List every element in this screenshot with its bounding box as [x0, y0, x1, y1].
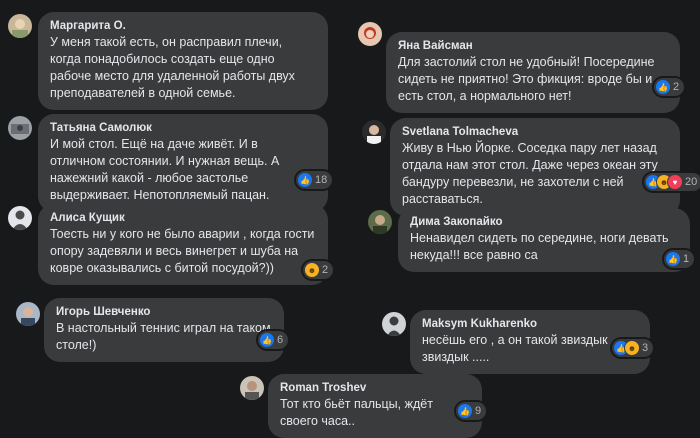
author-name[interactable]: Татьяна Самолюк	[50, 120, 316, 136]
comment-text: У меня такой есть, он расправил плечи, к…	[50, 35, 295, 100]
like-icon: 👍	[656, 80, 670, 94]
reaction-count: 6	[277, 334, 284, 346]
author-name[interactable]: Яна Вайсман	[398, 38, 668, 54]
comment-text: И мой стол. Ещё на даче живёт. И в отлич…	[50, 137, 280, 202]
reaction-count: 18	[315, 174, 328, 186]
comment-text: Тот кто бьёт пальцы, ждёт своего часа..	[280, 397, 433, 428]
reaction-count: 3	[642, 342, 649, 354]
reaction-summary[interactable]: 👍 1	[664, 250, 695, 268]
reaction-summary[interactable]: 👍 6	[258, 331, 289, 349]
like-icon: 👍	[458, 404, 472, 418]
comment-text: несёшь его , а он такой звиздык звиздык …	[422, 333, 608, 364]
author-name[interactable]: Roman Troshev	[280, 380, 470, 396]
comment-text: Тоесть ни у кого не было аварии , когда …	[50, 227, 315, 275]
reaction-summary[interactable]: 👍 18	[296, 171, 333, 189]
reaction-count: 1	[683, 253, 690, 265]
comment-bubble: Дима Закопайко Ненавидел сидеть по серед…	[398, 208, 690, 272]
reaction-summary[interactable]: 👍 2	[654, 78, 685, 96]
avatar[interactable]	[8, 116, 32, 140]
reaction-count: 2	[322, 264, 329, 276]
comment-bubble: Алиса Кущик Тоесть ни у кого не было ава…	[38, 204, 328, 285]
avatar[interactable]	[16, 302, 40, 326]
reaction-summary[interactable]: 👍 9	[456, 402, 487, 420]
comment-text: Для застолий стол не удобный! Посередине…	[398, 55, 655, 103]
avatar[interactable]	[240, 376, 264, 400]
comment-bubble: Маргарита О. У меня такой есть, он распр…	[38, 12, 328, 110]
like-icon: 👍	[260, 333, 274, 347]
reaction-count: 2	[673, 81, 680, 93]
comment-bubble: Svetlana Tolmacheva Живу в Нью Йорке. Со…	[390, 118, 680, 216]
like-icon: 👍	[298, 173, 312, 187]
avatar[interactable]	[8, 206, 32, 230]
avatar[interactable]	[368, 210, 392, 234]
author-name[interactable]: Дима Закопайко	[410, 214, 678, 230]
love-icon: ♥	[668, 175, 682, 189]
reaction-count: 20	[685, 176, 698, 188]
comment-bubble: Яна Вайсман Для застолий стол не удобный…	[386, 32, 680, 113]
author-name[interactable]: Maksym Kukharenko	[422, 316, 638, 332]
author-name[interactable]: Маргарита О.	[50, 18, 316, 34]
comment-bubble: Татьяна Самолюк И мой стол. Ещё на даче …	[38, 114, 328, 212]
reaction-count: 9	[475, 405, 482, 417]
comment-text: Живу в Нью Йорке. Соседка пару лет назад…	[402, 141, 658, 206]
reaction-summary[interactable]: 👍 ☻ ♥ 20	[644, 173, 700, 191]
reaction-summary[interactable]: ☻ 2	[303, 261, 334, 279]
comment-text: Ненавидел сидеть по середине, ноги деват…	[410, 231, 669, 262]
comment-bubble: Roman Troshev Тот кто бьёт пальцы, ждёт …	[268, 374, 482, 438]
comment-bubble: Игорь Шевченко В настольный теннис играл…	[44, 298, 284, 362]
author-name[interactable]: Алиса Кущик	[50, 210, 316, 226]
comment-text: В настольный теннис играл на таком столе…	[56, 321, 271, 352]
avatar[interactable]	[358, 22, 382, 46]
author-name[interactable]: Svetlana Tolmacheva	[402, 124, 668, 140]
like-icon: 👍	[666, 252, 680, 266]
reaction-summary[interactable]: 👍 ☻ 3	[612, 339, 654, 357]
avatar[interactable]	[382, 312, 406, 336]
avatar[interactable]	[362, 120, 386, 144]
haha-icon: ☻	[305, 263, 319, 277]
haha-icon: ☻	[625, 341, 639, 355]
avatar[interactable]	[8, 14, 32, 38]
author-name[interactable]: Игорь Шевченко	[56, 304, 272, 320]
